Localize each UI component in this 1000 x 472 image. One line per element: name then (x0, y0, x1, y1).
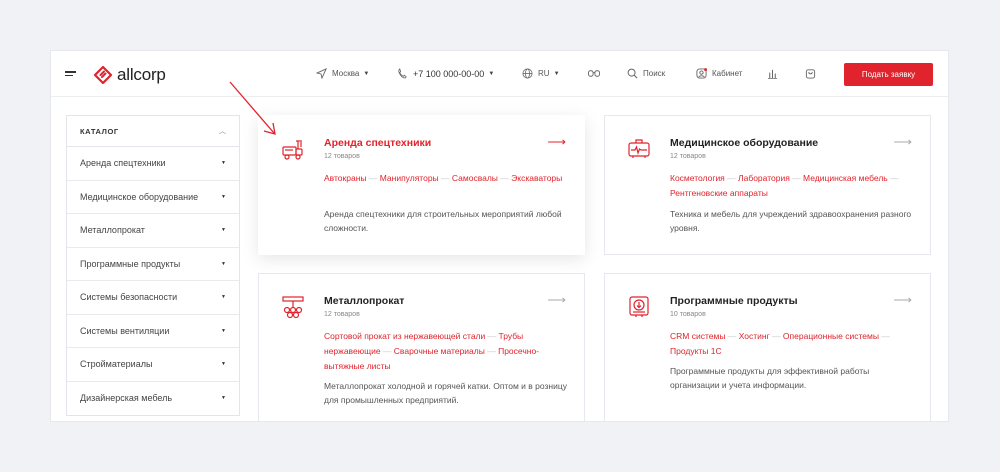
annotation-arrow (229, 81, 276, 135)
